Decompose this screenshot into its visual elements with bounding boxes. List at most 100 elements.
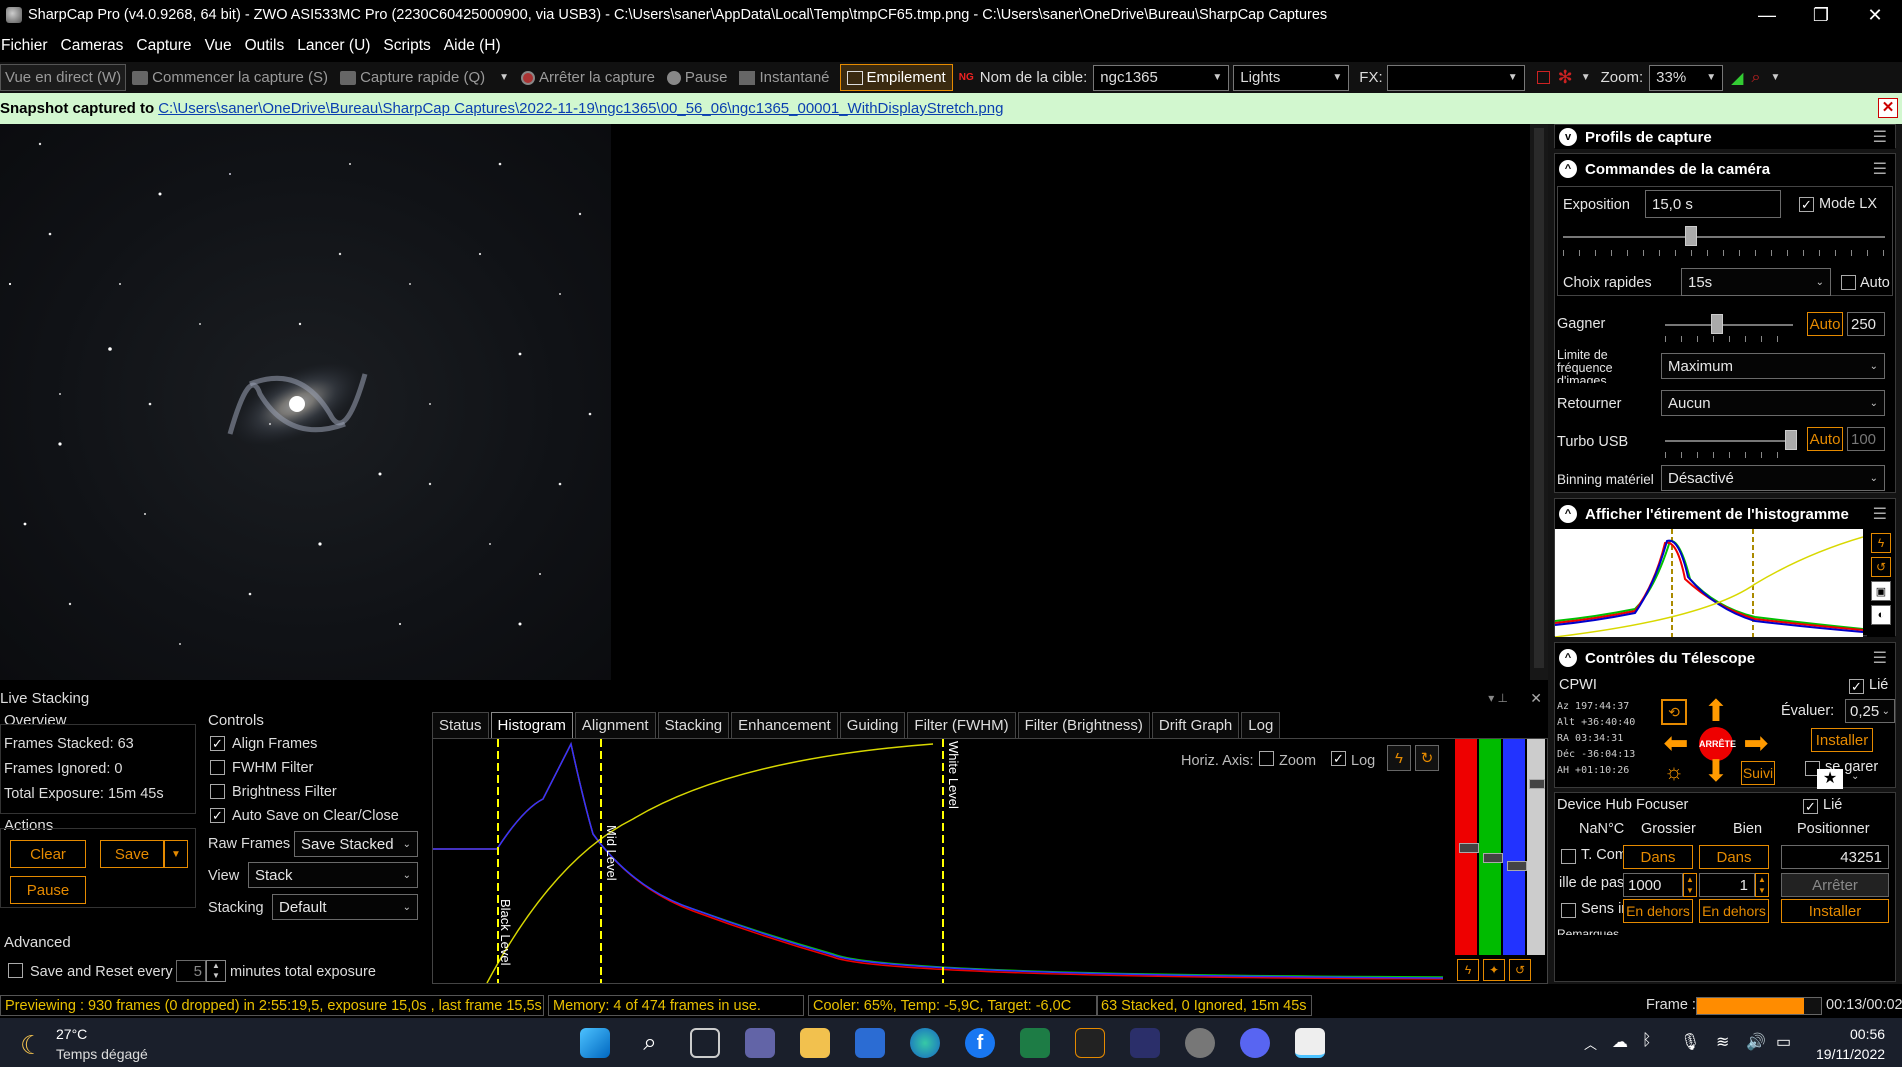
green-slider-thumb[interactable]	[1483, 853, 1503, 863]
snapshot-path-link[interactable]: C:\Users\saner\OneDrive\Bureau\SharpCap …	[158, 100, 1003, 117]
menu-lancer[interactable]: Lancer (U)	[296, 37, 378, 55]
focuser-linked-checkbox[interactable]: ✓	[1803, 799, 1818, 814]
telescope-install-button[interactable]: Installer	[1811, 728, 1873, 752]
lx-mode-checkbox[interactable]: ✓	[1799, 197, 1814, 212]
chevron-down-icon[interactable]: ▼	[499, 72, 509, 83]
minutes-spinner-icon[interactable]: ▲ ▼	[206, 960, 226, 982]
clock-time[interactable]: 00:56	[1850, 1026, 1885, 1042]
step-fine-spinner-icon[interactable]: ▲ ▼	[1755, 873, 1769, 897]
refresh-icon[interactable]: ↺	[1509, 959, 1531, 981]
binning-dropdown[interactable]: Désactivé ⌄	[1661, 465, 1885, 491]
save-stack-button[interactable]: Save	[100, 840, 164, 868]
save-reset-checkbox[interactable]	[8, 963, 23, 978]
goto-icon[interactable]: ⟲	[1661, 699, 1687, 725]
microsoft-store-icon[interactable]	[855, 1028, 885, 1058]
tracking-button[interactable]: Suivi	[1741, 761, 1775, 785]
hamburger-icon[interactable]: ☰	[1873, 648, 1887, 668]
discord-icon[interactable]	[1240, 1028, 1270, 1058]
pause-stack-button[interactable]: Pause	[10, 876, 86, 904]
magnifier-icon[interactable]: ⌕	[1751, 69, 1760, 87]
tab-status[interactable]: Status	[432, 712, 489, 738]
star-icon[interactable]: ★	[1817, 769, 1843, 789]
auto-save-checkbox[interactable]: ✓	[210, 808, 225, 823]
capture-profiles-header[interactable]: v Profils de capture ☰	[1555, 125, 1895, 149]
save-options-chevron-icon[interactable]: ▼	[164, 840, 188, 868]
exposure-slider-track[interactable]	[1563, 236, 1885, 238]
luminance-level-slider[interactable]	[1527, 739, 1545, 955]
luminance-slider-thumb[interactable]	[1529, 779, 1545, 789]
frame-rate-dropdown[interactable]: Maximum ⌄	[1661, 353, 1885, 379]
snapshot-button[interactable]: Instantané	[733, 64, 835, 91]
stretch-histogram-chart[interactable]	[1555, 529, 1863, 637]
focuser-install-button[interactable]: Installer	[1781, 899, 1889, 923]
zoom-dropdown[interactable]: 33% ▼	[1649, 64, 1724, 91]
auto-stretch-bolt-icon[interactable]: ϟ	[1387, 745, 1411, 771]
step-coarse-input[interactable]: 1000	[1623, 873, 1683, 897]
blue-level-slider[interactable]	[1503, 739, 1525, 955]
cpwi-icon[interactable]	[1075, 1028, 1105, 1058]
tab-guiding[interactable]: Guiding	[839, 712, 906, 738]
auto-stretch-bolt-icon[interactable]: ϟ	[1871, 533, 1891, 553]
gain-slider-thumb[interactable]	[1711, 314, 1723, 334]
select-rect-icon[interactable]	[1536, 71, 1550, 84]
menu-fichier[interactable]: Fichier	[0, 37, 56, 55]
exposure-slider-thumb[interactable]	[1685, 226, 1697, 246]
arrow-left-icon[interactable]: ⬅	[1659, 729, 1693, 759]
tab-drift-graph[interactable]: Drift Graph	[1151, 712, 1240, 738]
menu-outils[interactable]: Outils	[244, 37, 293, 55]
focuser-stop-button[interactable]: Arrêter	[1781, 873, 1889, 897]
turbo-auto-button[interactable]: Auto	[1807, 427, 1843, 451]
stacking-dropdown[interactable]: Default ⌄	[272, 894, 418, 920]
gain-slider-track[interactable]	[1665, 324, 1793, 326]
onedrive-cloud-icon[interactable]: ☁	[1612, 1032, 1628, 1052]
chevron-up-icon[interactable]: ^	[1559, 649, 1577, 667]
chevron-down-icon[interactable]: ▼	[1581, 72, 1591, 83]
focus-out-fine-button[interactable]: En dehors	[1699, 899, 1769, 923]
microphone-icon[interactable]: 🎙	[1680, 1032, 1700, 1052]
stellarium-icon[interactable]	[1130, 1028, 1160, 1058]
sharpcap-taskbar-icon[interactable]	[1185, 1028, 1215, 1058]
bluetooth-icon[interactable]: ᛒ	[1642, 1032, 1652, 1050]
tab-enhancement[interactable]: Enhancement	[731, 712, 838, 738]
crosshair-icon[interactable]: ✻	[1558, 67, 1573, 88]
facebook-icon[interactable]: f	[965, 1028, 995, 1058]
raw-frames-dropdown[interactable]: Save Stacked ⌄	[294, 831, 418, 857]
frame-type-dropdown[interactable]: Lights ▼	[1233, 64, 1350, 91]
exposure-input[interactable]: 15,0 s	[1645, 190, 1781, 218]
chevron-down-icon[interactable]: ▼	[1770, 72, 1780, 83]
brightness-filter-checkbox[interactable]	[210, 784, 225, 799]
telescope-linked-checkbox[interactable]: ✓	[1849, 679, 1864, 694]
menu-scripts[interactable]: Scripts	[382, 37, 438, 55]
start-capture-button[interactable]: Commencer la capture (S)	[126, 64, 334, 91]
close-icon[interactable]: ✕	[1878, 98, 1898, 118]
quick-choice-dropdown[interactable]: 15s ⌄	[1681, 268, 1831, 296]
tab-log[interactable]: Log	[1241, 712, 1281, 738]
clear-stack-button[interactable]: Clear	[10, 840, 86, 868]
menu-aide[interactable]: Aide (H)	[443, 37, 509, 55]
green-level-slider[interactable]	[1479, 739, 1501, 955]
chevron-down-icon[interactable]: v	[1559, 128, 1577, 146]
temp-comp-checkbox[interactable]	[1561, 849, 1576, 864]
bolt-icon[interactable]: ϟ	[1457, 959, 1479, 981]
pin-icon[interactable]: ▾ ⊥	[1488, 691, 1508, 705]
log-checkbox[interactable]: ✓	[1331, 751, 1346, 766]
save-reset-minutes-input[interactable]: 5	[176, 960, 206, 982]
focuser-position-value[interactable]: 43251	[1781, 845, 1889, 869]
snipping-tool-icon[interactable]	[1295, 1028, 1325, 1058]
arrow-down-icon[interactable]: ⬇	[1699, 757, 1733, 787]
hamburger-icon[interactable]: ☰	[1873, 159, 1887, 179]
align-frames-checkbox[interactable]: ✓	[210, 736, 225, 751]
histogram-mini-icon[interactable]: ◢	[1731, 68, 1743, 88]
save-stretch-icon[interactable]: ▣	[1871, 581, 1891, 601]
red-slider-thumb[interactable]	[1459, 843, 1479, 853]
star-burst-icon[interactable]: ✦	[1483, 959, 1505, 981]
file-explorer-icon[interactable]	[800, 1028, 830, 1058]
gain-auto-button[interactable]: Auto	[1807, 312, 1843, 336]
gain-value[interactable]: 250	[1847, 312, 1885, 336]
flip-dropdown[interactable]: Aucun ⌄	[1661, 390, 1885, 416]
hamburger-icon[interactable]: ☰	[1873, 504, 1887, 524]
step-fine-input[interactable]: 1	[1699, 873, 1755, 897]
minimize-button[interactable]: —	[1740, 0, 1794, 30]
view-dropdown[interactable]: Stack ⌄	[248, 862, 418, 888]
menu-cameras[interactable]: Cameras	[60, 37, 132, 55]
